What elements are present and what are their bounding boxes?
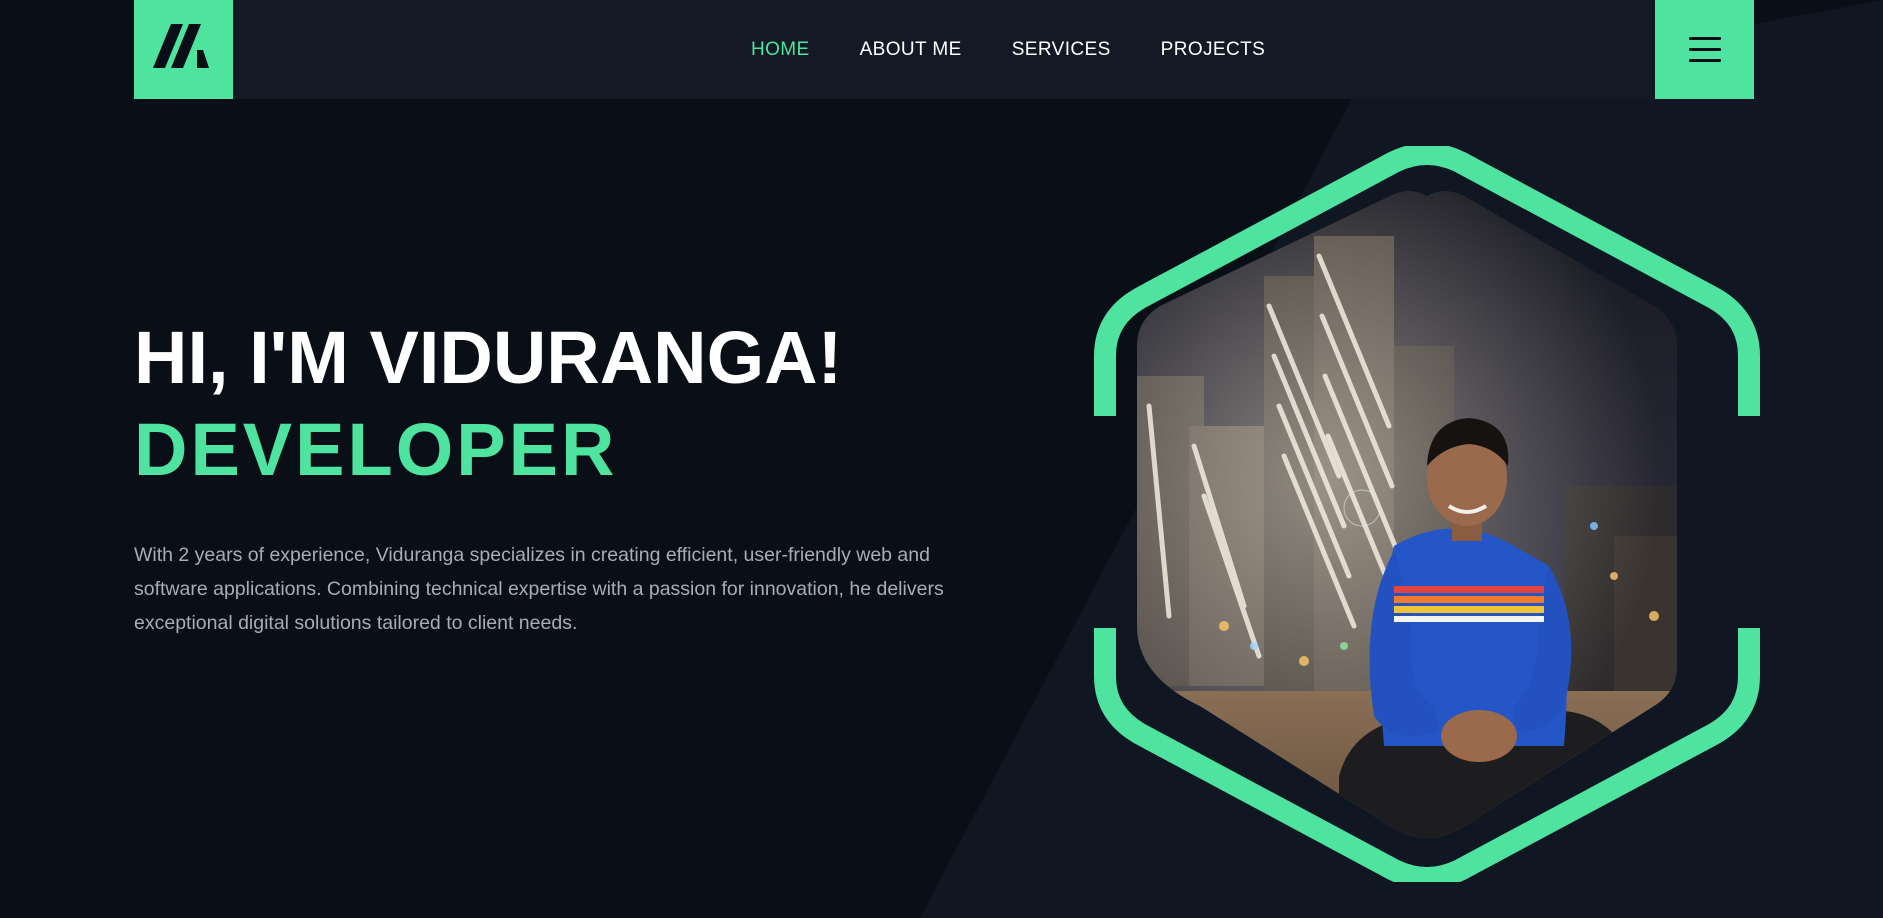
main-nav: HOME ABOUT ME SERVICES PROJECTS: [751, 0, 1265, 99]
logo[interactable]: [134, 0, 233, 99]
hamburger-menu-icon: [1688, 37, 1721, 40]
nav-services[interactable]: SERVICES: [1012, 39, 1111, 61]
nav-home[interactable]: HOME: [751, 39, 810, 61]
page: HOME ABOUT ME SERVICES PROJECTS HI, I'M …: [0, 0, 1883, 918]
hamburger-line: [1688, 59, 1721, 62]
nav-projects[interactable]: PROJECTS: [1161, 39, 1266, 61]
hamburger-line: [1688, 48, 1721, 51]
hero-section: HI, I'M VIDURANGA! DEVELOPER With 2 year…: [134, 312, 954, 640]
menu-button[interactable]: [1655, 0, 1754, 99]
slash-logo-icon: [152, 23, 209, 68]
hero-role: DEVELOPER: [134, 408, 618, 491]
hero-title: HI, I'M VIDURANGA!: [134, 316, 843, 399]
nav-about-me[interactable]: ABOUT ME: [860, 39, 962, 61]
hero-description: With 2 years of experience, Viduranga sp…: [134, 544, 944, 634]
profile-portrait: [1094, 146, 1760, 882]
site-header: HOME ABOUT ME SERVICES PROJECTS: [134, 0, 1754, 99]
